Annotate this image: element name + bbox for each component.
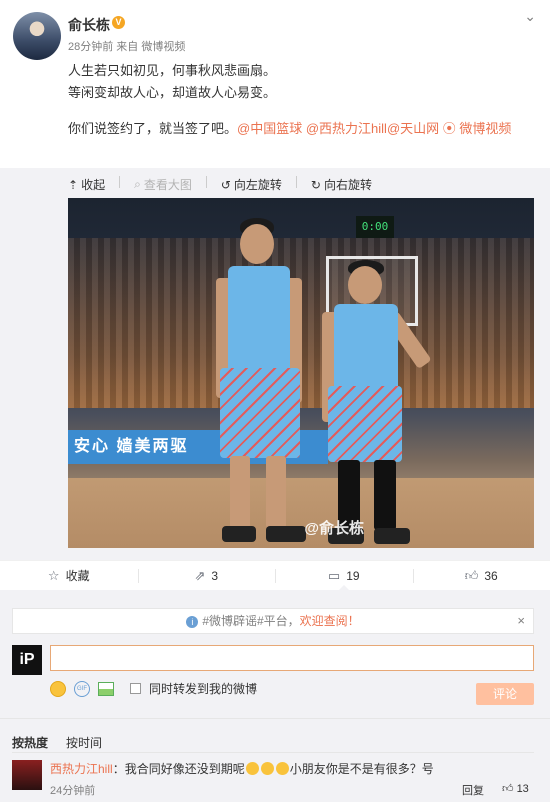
image-icon[interactable] [98, 681, 114, 696]
info-icon: i [186, 616, 199, 628]
thumbs-up-icon: 👍︎ [464, 567, 479, 583]
post-photo[interactable]: 0:00 安心 嫱美两驱 @俞长栋 [68, 198, 534, 548]
post-action-bar: ☆ 收藏 ⇗ 3 ▭ 19 👍︎ 36 [0, 560, 550, 591]
media-toolbar: ⇡ 收起 ⌕ 查看大图 ↺ 向左旋转 ↻ 向右旋转 [68, 176, 372, 193]
rotate-left-label: 向左旋转 [233, 178, 282, 192]
collapse-icon: ⇡ [68, 177, 79, 192]
post-text: 人生若只如初见，何事秋风悲画扇。 等闲变却故人心，却道故人心易变。 你们说签约了… [68, 60, 538, 140]
comment-sort-tabs: 按热度 按时间 [12, 734, 102, 751]
notice-highlight[interactable]: 欢迎查阅！ [300, 614, 360, 628]
video-link[interactable]: ⦿ 微博视频 [443, 121, 512, 136]
sort-by-hot-tab[interactable]: 按热度 [12, 734, 48, 751]
emoji-icon[interactable] [50, 680, 66, 697]
emoji-icon [275, 762, 289, 775]
rotate-right-label: 向右旋转 [323, 178, 372, 192]
photo-watermark: @俞长栋 [304, 520, 364, 537]
collapse-label: 收起 [81, 178, 106, 192]
comment-text: 西热力江hill：我合同好像还没到期呢 小朋友你是不是有很多？号 [50, 760, 434, 777]
repost-count: 3 [211, 568, 219, 583]
repost-icon: ⇗ [194, 567, 206, 583]
comment-like-button[interactable]: 👍︎ 13 [502, 782, 529, 795]
star-icon: ☆ [47, 567, 60, 583]
video-icon: ⦿ [442, 121, 456, 136]
comment-body-tail: 小朋友你是不是有很多？号 [289, 762, 434, 776]
also-repost-label: 同时转发到我的微博 [149, 682, 258, 696]
favorite-button[interactable]: ☆ 收藏 [0, 561, 138, 590]
post-line-3: 你们说签约了，就当签了吧。@中国篮球 @西热力江hill@天山网 ⦿ 微博视频 [68, 118, 538, 140]
player-left [208, 218, 318, 548]
rotate-left-button[interactable]: ↺ 向左旋转 [221, 176, 282, 193]
rotate-right-icon: ↻ [310, 177, 321, 192]
favorite-label: 收藏 [65, 569, 90, 583]
notice-prefix[interactable]: #微博辟谣#平台， [202, 614, 299, 628]
close-icon[interactable]: × [517, 609, 525, 633]
post-line-3-prefix: 你们说签约了，就当签了吧。 [68, 121, 238, 136]
collapse-button[interactable]: ⇡ 收起 [68, 176, 105, 193]
repost-button[interactable]: ⇗ 3 [137, 561, 276, 590]
mention-link[interactable]: @西热力江hill [306, 121, 387, 136]
emoji-icon [260, 762, 274, 775]
verified-badge-icon: V [112, 16, 125, 29]
divider [12, 752, 534, 753]
author-name[interactable]: 俞长栋 [68, 15, 110, 35]
rotate-right-button[interactable]: ↻ 向右旋转 [311, 176, 372, 193]
comment-count: 19 [346, 568, 360, 583]
zoom-icon: ⌕ [134, 177, 141, 191]
comment-body: ：我合同好像还没到期呢 [112, 762, 245, 776]
emoji-icon [245, 762, 259, 775]
reply-button[interactable]: 回复 [462, 782, 484, 798]
comment-button[interactable]: ▭ 19 [275, 561, 413, 591]
view-large-label: 查看大图 [143, 178, 192, 192]
post-meta: 28分钟前 来自 微博视频 [68, 41, 186, 53]
comment-input[interactable] [50, 645, 534, 671]
chevron-down-icon[interactable]: ⌄ [524, 8, 536, 25]
comment-icon: ▭ [327, 567, 341, 583]
submit-comment-button[interactable]: 评论 [476, 683, 534, 705]
like-button[interactable]: 👍︎ 36 [412, 561, 550, 590]
like-count: 36 [484, 568, 498, 583]
current-user-avatar: iP [12, 645, 42, 675]
comment-item: 西热力江hill：我合同好像还没到期呢 小朋友你是不是有很多？号 24分钟前 回复… [12, 756, 534, 802]
commenter-name[interactable]: 西热力江hill [50, 762, 113, 776]
comment-like-count: 13 [516, 783, 529, 795]
mention-link[interactable]: @天山网 [387, 121, 439, 136]
composer-tools: GIF 同时转发到我的微博 [50, 680, 257, 697]
gif-icon[interactable]: GIF [74, 680, 90, 697]
view-large-button[interactable]: ⌕ 查看大图 [134, 176, 192, 193]
comment-time: 24分钟前 [50, 785, 96, 797]
sort-by-time-tab[interactable]: 按时间 [66, 734, 102, 751]
video-link-label: 微博视频 [459, 121, 512, 136]
post-line-1: 人生若只如初见，何事秋风悲画扇。 [68, 63, 277, 78]
thumbs-up-icon: 👍︎ [502, 783, 514, 795]
player-right [318, 260, 438, 548]
also-repost-checkbox[interactable] [130, 683, 141, 694]
rotate-left-icon: ↺ [220, 177, 231, 192]
photo-scoreboard: 0:00 [356, 216, 394, 238]
author-avatar[interactable] [13, 12, 61, 60]
divider [0, 718, 550, 719]
rumor-notice-bar: i #微博辟谣#平台，欢迎查阅！ × [12, 608, 534, 634]
post-line-2: 等闲变却故人心，却道故人心易变。 [68, 85, 277, 100]
commenter-avatar[interactable] [12, 760, 42, 790]
mention-link[interactable]: @中国篮球 [237, 121, 302, 136]
